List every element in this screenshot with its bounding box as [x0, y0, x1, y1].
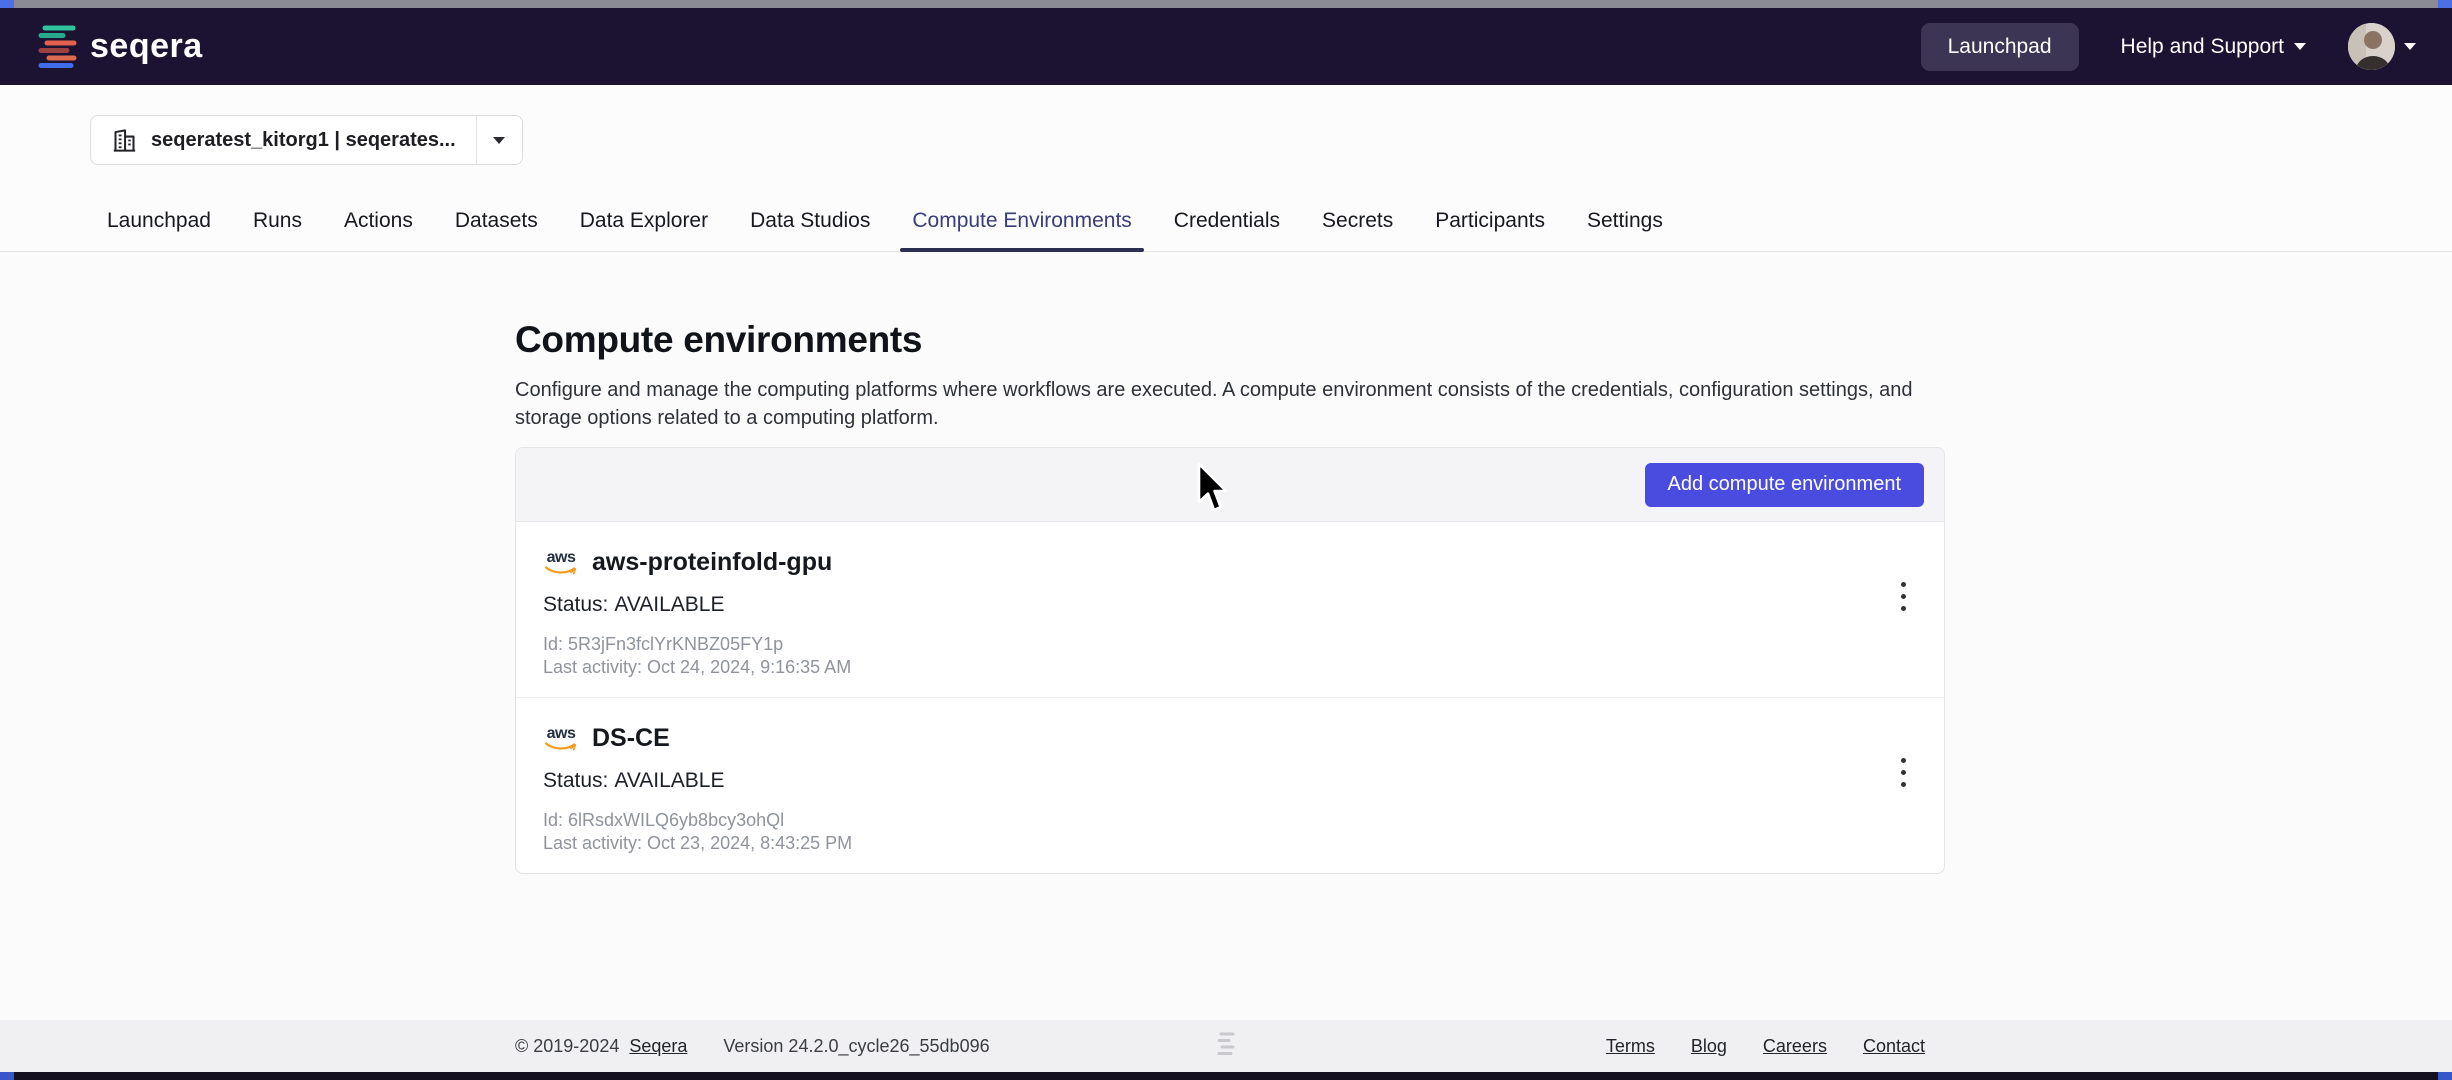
last-activity-label: Last activity: [543, 833, 643, 853]
id-label: Id: [543, 810, 564, 830]
compute-environments-panel: Add compute environment aws aws-proteinf… [515, 447, 1945, 874]
tab-participants[interactable]: Participants [1423, 190, 1557, 252]
tab-data-studios[interactable]: Data Studios [738, 190, 882, 252]
workspace-page: seqeratest_kitorg1 | seqerates... Launch… [0, 85, 2452, 1072]
status-line: Status: AVAILABLE [543, 769, 1864, 793]
workspace-tabs: Launchpad Runs Actions Datasets Data Exp… [95, 190, 1693, 252]
environment-meta: Id: 6lRsdxWILQ6yb8bcy3ohQl Last activity:… [543, 809, 1864, 855]
aws-icon: aws [543, 726, 579, 751]
seqera-watermark-icon [1217, 1031, 1235, 1062]
status-line: Status: AVAILABLE [543, 593, 1864, 617]
workspace-header: seqeratest_kitorg1 | seqerates... Launch… [0, 85, 2452, 252]
status-label: Status: [543, 593, 609, 616]
workspace-selector-caret[interactable] [475, 116, 522, 164]
page-description: Configure and manage the computing platf… [515, 379, 1913, 429]
workspace-selector-label: seqeratest_kitorg1 | seqerates... [151, 128, 456, 151]
brand-name: seqera [90, 27, 203, 65]
careers-link[interactable]: Careers [1763, 1036, 1827, 1057]
tab-secrets[interactable]: Secrets [1310, 190, 1405, 252]
tab-launchpad[interactable]: Launchpad [95, 190, 223, 252]
compute-environment-name[interactable]: DS-CE [592, 724, 670, 753]
environment-meta: Id: 5R3jFn3fclYrKNBZ05FY1p Last activity:… [543, 633, 1864, 679]
id-label: Id: [543, 634, 564, 654]
window-bottom-edge [0, 1072, 2452, 1080]
status-value: AVAILABLE [614, 593, 725, 616]
aws-icon: aws [543, 550, 579, 575]
compute-environment-card: aws DS-CE Status: AVAILABLE Id: 6lRsdxWILQ… [516, 697, 1944, 873]
footer-copyright: © 2019-2024 Seqera Version 24.2.0_cycle2… [515, 1036, 990, 1057]
seqera-logo-icon [38, 25, 77, 68]
card-options-menu-icon[interactable] [1897, 754, 1910, 791]
chevron-down-icon [2294, 43, 2306, 50]
panel-toolbar: Add compute environment [516, 448, 1944, 522]
page-title: Compute environments [515, 319, 923, 360]
copyright-text: © 2019-2024 [515, 1035, 620, 1056]
tab-runs[interactable]: Runs [241, 190, 314, 252]
tab-data-explorer[interactable]: Data Explorer [568, 190, 720, 252]
card-options-menu-icon[interactable] [1897, 578, 1910, 615]
page-footer: © 2019-2024 Seqera Version 24.2.0_cycle2… [0, 1020, 2452, 1072]
tab-compute-environments[interactable]: Compute Environments [900, 190, 1145, 252]
terms-link[interactable]: Terms [1606, 1036, 1655, 1057]
status-label: Status: [543, 769, 609, 792]
tab-credentials[interactable]: Credentials [1162, 190, 1292, 252]
launchpad-button[interactable]: Launchpad [1920, 22, 2079, 71]
window-top-edge [0, 0, 2452, 8]
main-content: Compute environments Configure and manag… [0, 252, 2452, 874]
contact-link[interactable]: Contact [1863, 1036, 1925, 1057]
id-value: 6lRsdxWILQ6yb8bcy3ohQl [568, 810, 785, 830]
user-menu[interactable] [2348, 23, 2416, 70]
chevron-down-icon [493, 136, 506, 144]
footer-links: Terms Blog Careers Contact [1606, 1036, 1925, 1057]
workspace-selector[interactable]: seqeratest_kitorg1 | seqerates... [90, 115, 523, 165]
tab-actions[interactable]: Actions [332, 190, 425, 252]
tab-settings[interactable]: Settings [1575, 190, 1675, 252]
last-activity-value: Oct 24, 2024, 9:16:35 AM [647, 657, 852, 677]
status-value: AVAILABLE [614, 769, 725, 792]
tab-datasets[interactable]: Datasets [443, 190, 550, 252]
avatar [2348, 23, 2395, 70]
last-activity-value: Oct 23, 2024, 8:43:25 PM [647, 833, 853, 853]
id-value: 5R3jFn3fclYrKNBZ05FY1p [568, 634, 784, 654]
last-activity-label: Last activity: [543, 657, 643, 677]
organization-icon [113, 128, 136, 152]
seqera-footer-link[interactable]: Seqera [629, 1036, 687, 1057]
compute-environment-name[interactable]: aws-proteinfold-gpu [592, 548, 832, 577]
top-navigation-bar: seqera Launchpad Help and Support [0, 8, 2452, 85]
seqera-logo[interactable]: seqera [36, 24, 203, 70]
add-compute-environment-button[interactable]: Add compute environment [1644, 462, 1924, 507]
compute-environment-card: aws aws-proteinfold-gpu Status: AVAILABLE… [516, 522, 1944, 697]
version-text: Version 24.2.0_cycle26_55db096 [723, 1035, 990, 1056]
help-and-support-menu[interactable]: Help and Support [2121, 35, 2306, 59]
chevron-down-icon [2404, 43, 2416, 50]
blog-link[interactable]: Blog [1691, 1036, 1727, 1057]
help-and-support-label: Help and Support [2120, 34, 2284, 58]
